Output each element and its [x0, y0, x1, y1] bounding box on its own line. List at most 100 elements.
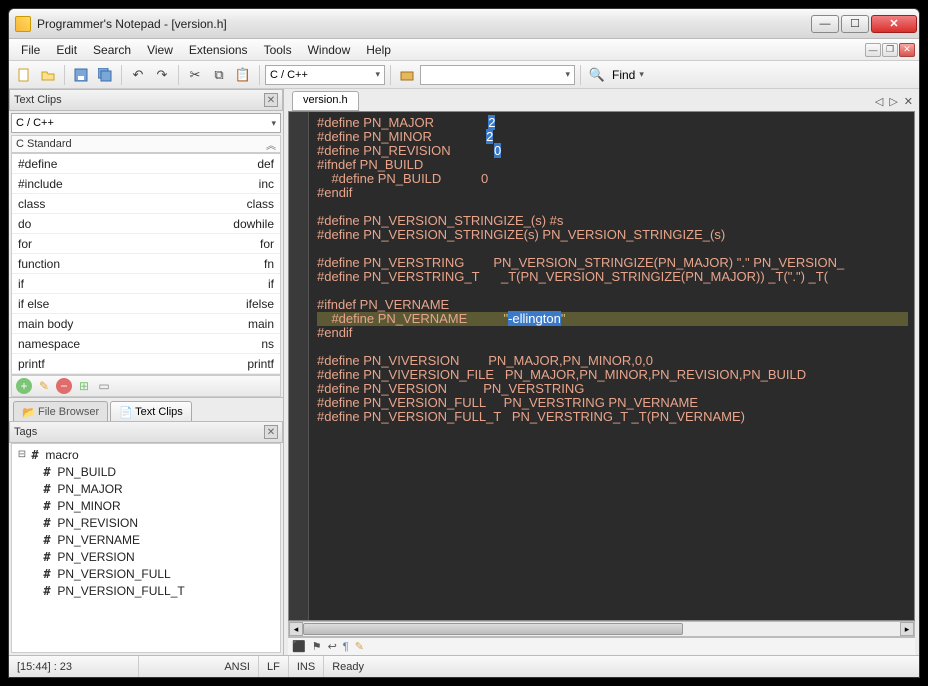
search-combo[interactable] [420, 65, 575, 85]
clip-item[interactable]: #includeinc [12, 174, 280, 194]
menu-window[interactable]: Window [300, 41, 359, 59]
tag-item[interactable]: # PN_VERSION_FULL_T [12, 582, 280, 599]
open-file-button[interactable] [37, 64, 59, 86]
hash-icon: # [40, 482, 54, 496]
copy-button[interactable]: ⧉ [208, 64, 230, 86]
clip-icon: 📄 [119, 406, 131, 418]
scroll-thumb[interactable] [303, 623, 683, 635]
clip-item[interactable]: ifif [12, 274, 280, 294]
tag-item[interactable]: # PN_VERSION_FULL [12, 565, 280, 582]
menu-tools[interactable]: Tools [256, 41, 300, 59]
paste-button[interactable]: 📋 [232, 64, 254, 86]
tag-item[interactable]: # PN_VERNAME [12, 531, 280, 548]
textclips-panel-header: Text Clips ✕ [9, 89, 283, 111]
find-icon[interactable]: 🔍 [586, 64, 608, 86]
tags-title: Tags [14, 426, 37, 438]
right-pane: version.h ◁ ▷ ✕ #define PN_MAJOR 2 #defi… [284, 89, 919, 655]
mdi-close-button[interactable]: ✕ [899, 43, 915, 57]
doc-tab-version[interactable]: version.h [292, 91, 359, 111]
menu-search[interactable]: Search [85, 41, 139, 59]
toolbox-button[interactable] [396, 64, 418, 86]
add-folder-button[interactable]: ⊞ [76, 378, 92, 394]
menu-file[interactable]: File [13, 41, 48, 59]
save-all-button[interactable] [94, 64, 116, 86]
cut-button[interactable]: ✂ [184, 64, 206, 86]
add-clip-button[interactable]: + [16, 378, 32, 394]
scroll-right-button[interactable]: ▸ [900, 622, 914, 636]
maximize-button[interactable]: ☐ [841, 15, 869, 33]
textclips-title: Text Clips [14, 94, 62, 106]
horizontal-scrollbar[interactable]: ◂ ▸ [288, 621, 915, 637]
hash-icon: # [40, 516, 54, 530]
clip-item[interactable]: classclass [12, 194, 280, 214]
redo-button[interactable]: ↷ [151, 64, 173, 86]
tab-prev-button[interactable]: ◁ [873, 95, 885, 108]
tag-item[interactable]: # PN_REVISION [12, 514, 280, 531]
window-title: Programmer's Notepad - [version.h] [37, 17, 811, 31]
clip-item[interactable]: main bodymain [12, 314, 280, 334]
folder-icon: 📂 [22, 406, 34, 418]
textclips-close-button[interactable]: ✕ [264, 93, 278, 107]
save-button[interactable] [70, 64, 92, 86]
edit-clip-button[interactable]: ✎ [36, 378, 52, 394]
textclips-list[interactable]: #definedef #includeinc classclass dodowh… [11, 153, 281, 375]
app-window: Programmer's Notepad - [version.h] ― ☐ ✕… [8, 8, 920, 678]
clip-item[interactable]: dodowhile [12, 214, 280, 234]
clip-item[interactable]: if elseifelse [12, 294, 280, 314]
hash-icon: # [40, 499, 54, 513]
find-dropdown-icon[interactable]: ▾ [639, 69, 644, 80]
code-editor[interactable]: #define PN_MAJOR 2 #define PN_MINOR 2 #d… [288, 111, 915, 621]
textclips-group-header[interactable]: C Standard︽ [11, 135, 281, 153]
hash-icon: # [40, 584, 54, 598]
menu-help[interactable]: Help [358, 41, 399, 59]
clip-item[interactable]: namespacens [12, 334, 280, 354]
close-button[interactable]: ✕ [871, 15, 917, 33]
clip-item[interactable]: printfprintf [12, 354, 280, 374]
statusbar: [15:44] : 23 ANSI LF INS Ready [9, 655, 919, 677]
tags-close-button[interactable]: ✕ [264, 425, 278, 439]
chevron-up-icon: ︽ [266, 137, 276, 152]
textclips-lang-combo[interactable]: C / C++ [11, 113, 281, 133]
status-message: Ready [324, 656, 919, 677]
editor-content[interactable]: #define PN_MAJOR 2 #define PN_MINOR 2 #d… [311, 112, 914, 428]
tag-item[interactable]: # PN_VERSION [12, 548, 280, 565]
hash-icon: # [40, 465, 54, 479]
toolbar: ↶ ↷ ✂ ⧉ 📋 C / C++ 🔍 Find ▾ [9, 61, 919, 89]
collapse-icon[interactable]: ⊟ [16, 449, 28, 460]
tag-item[interactable]: # PN_BUILD [12, 463, 280, 480]
tag-root[interactable]: ⊟# macro [12, 446, 280, 463]
tag-item[interactable]: # PN_MINOR [12, 497, 280, 514]
clip-item[interactable]: functionfn [12, 254, 280, 274]
whitespace-icon[interactable]: ¶ [343, 641, 349, 653]
folder-button[interactable]: ▭ [96, 378, 112, 394]
hash-icon: # [28, 448, 42, 462]
status-encoding: ANSI [139, 656, 259, 677]
mdi-minimize-button[interactable]: ― [865, 43, 881, 57]
editor-gutter [289, 112, 309, 620]
hash-icon: # [40, 550, 54, 564]
record-macro-icon[interactable]: ⬛ [292, 640, 306, 653]
wrap-icon[interactable]: ↩ [328, 640, 337, 653]
menu-edit[interactable]: Edit [48, 41, 85, 59]
menu-view[interactable]: View [139, 41, 181, 59]
find-label: Find [612, 68, 635, 82]
tab-close-button[interactable]: ✕ [902, 95, 915, 108]
bookmark-icon[interactable]: ⚑ [312, 640, 322, 653]
tags-tree[interactable]: ⊟# macro # PN_BUILD # PN_MAJOR # PN_MINO… [11, 443, 281, 653]
tab-text-clips[interactable]: 📄 Text Clips [110, 401, 192, 421]
scroll-left-button[interactable]: ◂ [289, 622, 303, 636]
delete-clip-button[interactable]: − [56, 378, 72, 394]
tag-item[interactable]: # PN_MAJOR [12, 480, 280, 497]
undo-button[interactable]: ↶ [127, 64, 149, 86]
mdi-restore-button[interactable]: ❐ [882, 43, 898, 57]
new-file-button[interactable] [13, 64, 35, 86]
clip-item[interactable]: #definedef [12, 154, 280, 174]
minimize-button[interactable]: ― [811, 15, 839, 33]
tab-file-browser[interactable]: 📂 File Browser [13, 401, 108, 421]
menu-extensions[interactable]: Extensions [181, 41, 256, 59]
scheme-combo[interactable]: C / C++ [265, 65, 385, 85]
tab-next-button[interactable]: ▷ [887, 95, 899, 108]
clip-item[interactable]: forfor [12, 234, 280, 254]
highlight-icon[interactable]: ✎ [355, 640, 364, 653]
editor-mini-toolbar: ⬛ ⚑ ↩ ¶ ✎ [288, 637, 915, 655]
